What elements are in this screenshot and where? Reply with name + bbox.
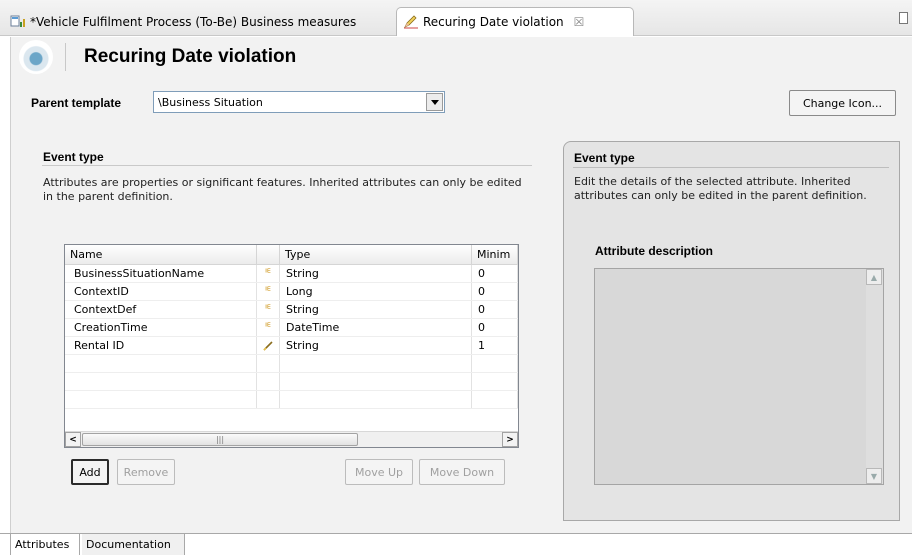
pencil-event-icon (404, 15, 418, 29)
remove-button[interactable]: Remove (117, 459, 175, 485)
details-heading: Event type (574, 151, 635, 165)
attribute-name: ContextID (65, 283, 257, 300)
inherited-attribute-icon: ᴵᴱ (257, 283, 280, 300)
parent-template-value: \Business Situation (158, 95, 263, 109)
tab-documentation[interactable]: Documentation (82, 534, 185, 555)
parent-template-label: Parent template (31, 96, 122, 110)
event-template-icon (19, 40, 53, 74)
scroll-up-icon[interactable]: ▲ (866, 269, 882, 285)
close-icon[interactable]: ☒ (574, 15, 585, 29)
attribute-description-label: Attribute description (595, 244, 714, 258)
page-title: Recuring Date violation (84, 46, 297, 67)
scrollbar-thumb[interactable]: ||| (82, 433, 358, 446)
horizontal-scrollbar[interactable]: < ||| > (65, 431, 518, 447)
business-measures-icon (10, 15, 25, 27)
dropdown-button[interactable] (426, 93, 443, 111)
table-body: BusinessSituationName ᴵᴱ String 0 Contex… (65, 265, 518, 409)
column-header-name[interactable]: Name (65, 245, 257, 264)
scroll-right-icon[interactable]: > (502, 432, 518, 447)
tab-recuring-date-violation[interactable]: Recuring Date violation ☒ (396, 7, 634, 36)
attributes-table[interactable]: Name Type Minim BusinessSituationName ᴵᴱ… (64, 244, 519, 448)
section-divider (573, 167, 889, 168)
change-icon-button[interactable]: Change Icon... (789, 90, 896, 116)
attribute-name: Rental ID (65, 337, 257, 354)
attribute-type: String (280, 337, 472, 354)
tab-label: Recuring Date violation (423, 15, 564, 29)
column-header-icon[interactable] (257, 245, 280, 264)
section-divider (42, 165, 532, 166)
table-row[interactable]: BusinessSituationName ᴵᴱ String 0 (65, 265, 518, 283)
details-description: Edit the details of the selected attribu… (574, 175, 867, 202)
event-type-description: Attributes are properties or significant… (43, 176, 522, 203)
attribute-type: String (280, 301, 472, 318)
editor-tab-bar: *Vehicle Fulfilment Process (To-Be) Busi… (0, 0, 912, 36)
attribute-minimum: 1 (472, 337, 518, 354)
page-tab-bar: Attributes Documentation (0, 533, 912, 555)
attribute-type: String (280, 265, 472, 282)
column-header-minimum[interactable]: Minim (472, 245, 518, 264)
attribute-description-field[interactable]: ▲ ▼ (594, 268, 884, 485)
table-row[interactable]: CreationTime ᴵᴱ DateTime 0 (65, 319, 518, 337)
tab-attributes[interactable]: Attributes (10, 534, 80, 555)
table-row[interactable]: ContextDef ᴵᴱ String 0 (65, 301, 518, 319)
empty-row (65, 391, 518, 409)
attribute-minimum: 0 (472, 265, 518, 282)
scroll-left-icon[interactable]: < (65, 432, 81, 447)
vertical-scrollbar[interactable]: ▲ ▼ (866, 269, 883, 484)
inherited-attribute-icon: ᴵᴱ (257, 301, 280, 318)
attribute-minimum: 0 (472, 283, 518, 300)
tab-business-measures[interactable]: *Vehicle Fulfilment Process (To-Be) Busi… (4, 8, 384, 36)
minimize-icon[interactable] (899, 12, 908, 24)
event-type-heading: Event type (43, 150, 104, 164)
page-header: Recuring Date violation (11, 37, 912, 77)
move-up-button[interactable]: Move Up (345, 459, 413, 485)
empty-row (65, 373, 518, 391)
attribute-name: BusinessSituationName (65, 265, 257, 282)
scroll-down-icon[interactable]: ▼ (866, 468, 882, 484)
move-down-button[interactable]: Move Down (419, 459, 505, 485)
table-row[interactable]: Rental ID String 1 (65, 337, 518, 355)
table-row[interactable]: ContextID ᴵᴱ Long 0 (65, 283, 518, 301)
attribute-minimum: 0 (472, 301, 518, 318)
attribute-name: ContextDef (65, 301, 257, 318)
attribute-type: Long (280, 283, 472, 300)
inherited-attribute-icon: ᴵᴱ (257, 265, 280, 282)
editor-area: Recuring Date violation Parent template … (10, 37, 912, 533)
pencil-icon (257, 337, 280, 354)
parent-template-select[interactable]: \Business Situation (153, 91, 445, 113)
inherited-attribute-icon: ᴵᴱ (257, 319, 280, 336)
attribute-details-panel: Event type Edit the details of the selec… (563, 141, 900, 521)
chevron-down-icon (430, 99, 439, 105)
header-divider (65, 43, 66, 71)
tab-label: *Vehicle Fulfilment Process (To-Be) Busi… (30, 15, 357, 29)
column-header-type[interactable]: Type (280, 245, 472, 264)
attribute-minimum: 0 (472, 319, 518, 336)
attribute-name: CreationTime (65, 319, 257, 336)
empty-row (65, 355, 518, 373)
attribute-type: DateTime (280, 319, 472, 336)
add-button[interactable]: Add (71, 459, 109, 485)
table-header: Name Type Minim (65, 245, 518, 265)
